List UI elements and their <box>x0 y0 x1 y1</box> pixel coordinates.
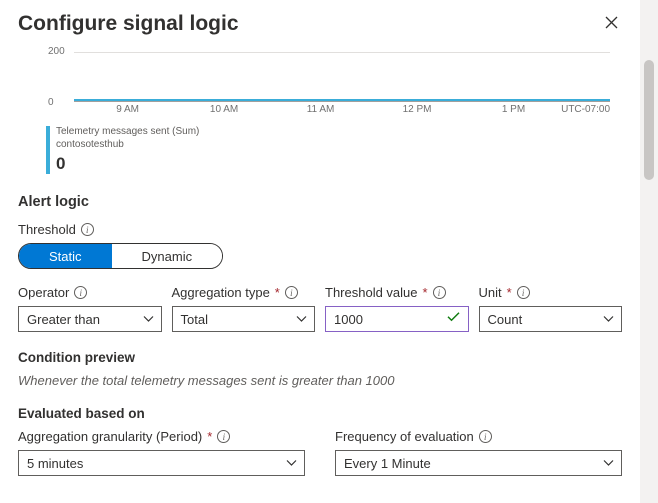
info-icon[interactable]: i <box>285 286 298 299</box>
x-tick: 1 PM <box>502 104 525 115</box>
granularity-value: 5 minutes <box>27 456 83 471</box>
condition-preview-text: Whenever the total telemetry messages se… <box>18 373 622 388</box>
info-icon[interactable]: i <box>81 223 94 236</box>
info-icon[interactable]: i <box>433 286 446 299</box>
chevron-down-icon <box>603 316 614 323</box>
threshold-value-text: 1000 <box>334 312 363 327</box>
operator-value: Greater than <box>27 312 100 327</box>
required-marker: * <box>207 429 212 444</box>
y-tick: 0 <box>48 97 54 108</box>
frequency-select[interactable]: Every 1 Minute <box>335 450 622 476</box>
unit-label: Unit <box>479 285 502 300</box>
info-icon[interactable]: i <box>74 286 87 299</box>
legend-series-value: 0 <box>56 153 199 174</box>
condition-preview-heading: Condition preview <box>18 350 622 365</box>
info-icon[interactable]: i <box>217 430 230 443</box>
chevron-down-icon <box>286 460 297 467</box>
metric-chart: 200 0 9 AM 10 AM 11 AM 12 PM 1 PM UTC-07… <box>30 52 610 174</box>
x-tick: 9 AM <box>116 104 139 115</box>
aggregation-type-value: Total <box>181 312 208 327</box>
operator-label: Operator <box>18 285 69 300</box>
alert-logic-heading: Alert logic <box>18 194 622 210</box>
threshold-static-option[interactable]: Static <box>19 244 112 268</box>
chevron-down-icon <box>296 316 307 323</box>
chart-legend: Telemetry messages sent (Sum) contosotes… <box>46 126 610 174</box>
threshold-dynamic-option[interactable]: Dynamic <box>112 244 223 268</box>
frequency-value: Every 1 Minute <box>344 456 431 471</box>
threshold-value-label: Threshold value <box>325 285 418 300</box>
page-title: Configure signal logic <box>18 12 239 36</box>
y-tick: 200 <box>48 46 65 57</box>
close-button[interactable] <box>601 12 622 37</box>
close-icon <box>605 16 618 29</box>
frequency-label: Frequency of evaluation <box>335 429 474 444</box>
legend-color-swatch <box>46 126 50 174</box>
legend-resource-name: contosotesthub <box>56 139 199 152</box>
gridline <box>74 52 610 53</box>
threshold-value-input[interactable]: 1000 <box>325 306 469 332</box>
info-icon[interactable]: i <box>517 286 530 299</box>
info-icon[interactable]: i <box>479 430 492 443</box>
x-tick: 12 PM <box>403 104 432 115</box>
x-tick: 11 AM <box>307 104 335 115</box>
timezone-label: UTC-07:00 <box>561 104 610 115</box>
evaluated-heading: Evaluated based on <box>18 406 622 421</box>
aggregation-type-select[interactable]: Total <box>172 306 316 332</box>
unit-value: Count <box>488 312 523 327</box>
chart-series-line <box>74 99 610 101</box>
threshold-toggle[interactable]: Static Dynamic <box>18 243 223 269</box>
vertical-scrollbar[interactable] <box>640 0 658 503</box>
required-marker: * <box>275 285 280 300</box>
checkmark-icon <box>447 311 460 326</box>
legend-series-name: Telemetry messages sent (Sum) <box>56 126 199 139</box>
x-tick: 10 AM <box>210 104 238 115</box>
granularity-label: Aggregation granularity (Period) <box>18 429 202 444</box>
aggregation-type-label: Aggregation type <box>172 285 270 300</box>
required-marker: * <box>423 285 428 300</box>
chevron-down-icon <box>143 316 154 323</box>
threshold-label: Threshold <box>18 222 76 237</box>
granularity-select[interactable]: 5 minutes <box>18 450 305 476</box>
scroll-thumb[interactable] <box>644 60 654 180</box>
operator-select[interactable]: Greater than <box>18 306 162 332</box>
chevron-down-icon <box>603 460 614 467</box>
required-marker: * <box>507 285 512 300</box>
unit-select[interactable]: Count <box>479 306 623 332</box>
